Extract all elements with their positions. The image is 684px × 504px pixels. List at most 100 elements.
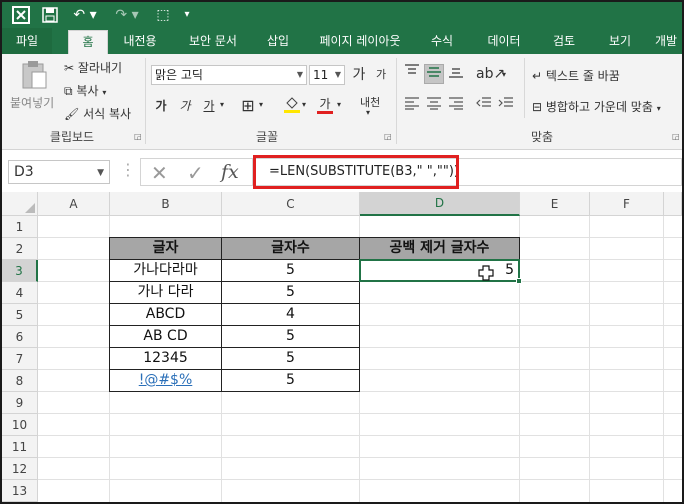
column-header-c[interactable]: C [222,192,360,216]
table-cell-c3[interactable]: 5 [221,259,360,282]
insert-function-icon[interactable]: fx [221,161,239,183]
table-cell-c6[interactable]: 5 [221,325,360,348]
tab-insert[interactable]: 삽입 [256,28,300,54]
tab-formulas[interactable]: 수식 [420,28,464,54]
undo-icon[interactable]: ↶ ▾ [70,5,100,25]
quick-access-toolbar: ↶ ▾ ↷ ▾ ⬚ ▾ [2,2,682,28]
column-header-a[interactable]: A [38,192,110,216]
decrease-indent-icon[interactable] [474,96,494,116]
row-header-13[interactable]: 13 [2,480,38,502]
font-launcher-icon[interactable]: ◲ [384,132,392,141]
header-cell-c2[interactable]: 글자수 [221,237,360,260]
clipboard-launcher-icon[interactable]: ◲ [134,132,142,141]
align-left-icon[interactable] [402,96,422,116]
formula-bar: D3 ▼ ⋮ ✕ ✓ fx =LEN(SUBSTITUTE(B3," ","")) [2,150,682,192]
row-header-4[interactable]: 4 [2,282,38,304]
chevron-down-icon[interactable]: ▾ [502,70,506,79]
font-color-button[interactable]: 가 [315,94,335,114]
cut-button[interactable]: ✂ 잘라내기 [64,59,122,76]
alignment-launcher-icon[interactable]: ◲ [672,132,680,141]
fill-color-button[interactable] [282,94,302,114]
select-objects-icon[interactable]: ⬚ [152,5,174,25]
table-cell-b3[interactable]: 가나다라마 [109,259,222,282]
tab-private[interactable]: 내전용 [114,28,166,54]
column-header-d[interactable]: D [360,192,520,216]
table-cell-b4[interactable]: 가나 다라 [109,281,222,304]
header-cell-b2[interactable]: 글자 [109,237,222,260]
row-header-1[interactable]: 1 [2,216,38,238]
row-header-7[interactable]: 7 [2,348,38,370]
column-header-g[interactable] [664,192,682,216]
align-top-icon[interactable] [402,64,422,84]
tab-developer[interactable]: 개발 [646,28,682,54]
row-header-6[interactable]: 6 [2,326,38,348]
more-options-icon[interactable]: ⋮ [120,160,136,179]
align-center-icon[interactable] [424,96,444,116]
font-name-select[interactable]: 맑은 고딕 ▼ [151,65,307,85]
table-cell-b7[interactable]: 12345 [109,347,222,370]
orientation-icon[interactable]: ab↗ [476,64,505,84]
phonetic-button[interactable]: 내천 [360,94,380,110]
table-cell-b5[interactable]: ABCD [109,303,222,326]
group-divider [145,58,146,144]
align-right-icon[interactable] [446,96,466,116]
format-painter-button[interactable]: 🖌 서식 복사 [64,105,131,122]
column-header-f[interactable]: F [590,192,664,216]
enter-icon[interactable]: ✓ [187,161,204,185]
column-header-b[interactable]: B [110,192,222,216]
row-header-3[interactable]: 3 [2,260,38,282]
table-cell-b8[interactable]: !@#$% [109,369,222,392]
select-all-corner[interactable] [2,192,38,216]
worksheet-grid: A B C D E F 1 2 3 4 5 6 7 8 9 10 11 12 1… [2,192,682,502]
increase-indent-icon[interactable] [496,96,516,116]
align-middle-icon[interactable] [424,64,444,84]
italic-button[interactable]: 가 [175,96,195,116]
bold-button[interactable]: 가 [151,96,171,116]
row-header-12[interactable]: 12 [2,458,38,480]
tab-home[interactable]: 홈 [68,30,108,54]
row-header-2[interactable]: 2 [2,238,38,260]
chevron-down-icon[interactable]: ▾ [259,100,263,109]
tab-data[interactable]: 데이터 [478,28,530,54]
tab-security-doc[interactable]: 보안 문서 [178,28,248,54]
chevron-down-icon[interactable]: ▾ [302,100,306,109]
paste-icon[interactable] [20,60,48,90]
row-header-9[interactable]: 9 [2,392,38,414]
save-icon[interactable] [40,5,60,25]
tab-file[interactable]: 파일 [2,28,52,54]
wrap-text-button[interactable]: ↵ 텍스트 줄 바꿈 [532,67,620,84]
header-cell-d2[interactable]: 공백 제거 글자수 [359,237,520,260]
redo-icon[interactable]: ↷ ▾ [112,5,142,25]
font-size-select[interactable]: 11 ▼ [309,65,345,85]
copy-button[interactable]: ⧉ 복사 ▾ [64,82,106,99]
row-header-11[interactable]: 11 [2,436,38,458]
customize-toolbar-icon[interactable]: ▾ [180,5,194,25]
row-header-10[interactable]: 10 [2,414,38,436]
shrink-font-button[interactable]: 가 [371,65,391,85]
table-cell-c4[interactable]: 5 [221,281,360,304]
row-header-8[interactable]: 8 [2,370,38,392]
column-header-e[interactable]: E [520,192,590,216]
tab-review[interactable]: 검토 [542,28,586,54]
paste-button[interactable]: 붙여넣기 [10,94,54,111]
underline-button[interactable]: 가 [199,96,219,116]
table-cell-c5[interactable]: 4 [221,303,360,326]
align-bottom-icon[interactable] [446,64,466,84]
excel-window: ↶ ▾ ↷ ▾ ⬚ ▾ 파일 홈 내전용 보안 문서 삽입 페이지 레이아웃 수… [0,0,684,504]
tab-page-layout[interactable]: 페이지 레이아웃 [310,28,410,54]
name-box[interactable]: D3 ▼ [8,160,110,184]
table-cell-c7[interactable]: 5 [221,347,360,370]
fill-handle[interactable] [516,278,522,284]
chevron-down-icon[interactable]: ▾ [220,100,224,109]
chevron-down-icon[interactable]: ▾ [366,108,370,117]
tab-view[interactable]: 보기 [598,28,642,54]
cancel-icon[interactable]: ✕ [151,161,168,185]
border-icon[interactable]: ⊞ [238,96,258,116]
table-cell-b6[interactable]: AB CD [109,325,222,348]
scissors-icon: ✂ [64,61,75,75]
chevron-down-icon[interactable]: ▾ [337,100,341,109]
merge-center-button[interactable]: ⊟ 병합하고 가운데 맞춤 ▾ [532,98,661,115]
row-header-5[interactable]: 5 [2,304,38,326]
grow-font-button[interactable]: 가 [349,65,369,85]
table-cell-c8[interactable]: 5 [221,369,360,392]
